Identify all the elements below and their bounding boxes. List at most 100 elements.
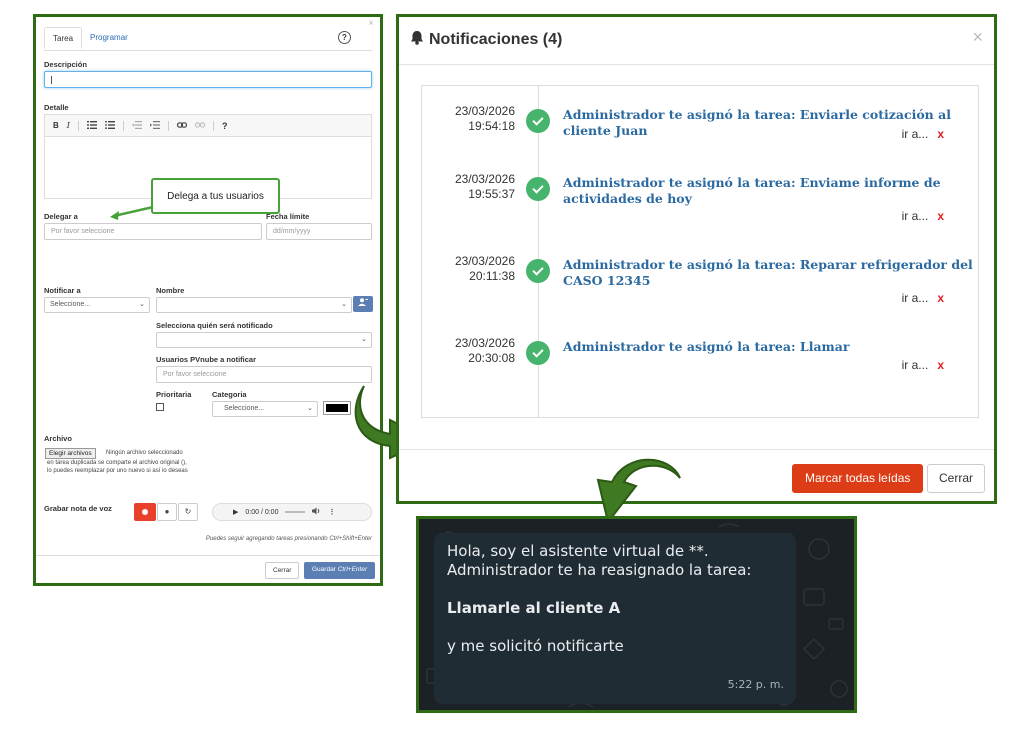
record-button[interactable]: [134, 503, 156, 521]
numbered-list-icon[interactable]: [86, 120, 97, 131]
delete-icon[interactable]: x: [937, 358, 944, 372]
notification-time: 20:30:08: [468, 351, 515, 365]
detalle-label: Detalle: [44, 103, 69, 112]
user-icon: [358, 298, 368, 308]
more-options-icon[interactable]: ⋮: [328, 508, 335, 516]
mark-all-read-button[interactable]: Marcar todas leídas: [792, 464, 924, 493]
unlink-icon[interactable]: [194, 121, 206, 130]
chat-spacer: [447, 580, 783, 599]
reset-button[interactable]: ↻: [178, 503, 198, 521]
volume-icon[interactable]: [312, 507, 321, 517]
help-icon[interactable]: ?: [338, 31, 351, 44]
tab-programar[interactable]: Programar: [82, 27, 136, 49]
delegate-callout: Delega a tus usuarios: [151, 178, 280, 214]
bell-icon: [410, 30, 424, 50]
file-note-2: lo puedes reemplazar por uno nuevo si as…: [47, 468, 188, 474]
task-tabs: Tarea Programar: [44, 27, 136, 49]
guardar-shortcut: Ctrl+Enter: [337, 566, 368, 573]
prioritaria-checkbox[interactable]: [156, 403, 164, 411]
choose-files-button[interactable]: Elegir archivos: [45, 448, 96, 459]
delete-icon[interactable]: x: [937, 291, 944, 305]
archivo-label: Archivo: [44, 434, 72, 443]
audio-time: 0:00 / 0:00: [245, 508, 279, 516]
fecha-input[interactable]: dd/mm/yyyy: [266, 223, 372, 240]
timeline-line: [538, 86, 539, 417]
add-user-button[interactable]: [353, 296, 373, 312]
categoria-label: Categoria: [212, 390, 247, 399]
bold-button[interactable]: B: [53, 121, 59, 130]
notificar-label: Notificar a: [44, 286, 81, 295]
close-icon[interactable]: ×: [368, 18, 374, 29]
categoria-select[interactable]: Seleccione... ⌄: [212, 401, 318, 417]
tab-tarea[interactable]: Tarea: [44, 27, 83, 49]
file-note-1: en tarea duplicada se comparte el archiv…: [47, 460, 187, 466]
notification-message[interactable]: Administrador te asignó la tarea: Llamar: [563, 339, 983, 355]
chat-greeting: Hola, soy el asistente virtual de **.: [447, 542, 709, 560]
notification-time: 19:55:37: [468, 187, 515, 201]
notification-message[interactable]: Administrador te asignó la tarea: Enviam…: [563, 175, 983, 207]
delete-icon[interactable]: x: [937, 209, 944, 223]
notification-timestamp: 23/03/2026 19:55:37: [422, 172, 515, 202]
toolbar-separator: [77, 120, 79, 131]
close-icon[interactable]: ×: [972, 27, 983, 48]
chat-reassign-text: Administrador te ha reasignado la tarea:: [447, 561, 752, 579]
chat-panel: Hola, soy el asistente virtual de **. Ad…: [416, 516, 857, 713]
notification-timestamp: 23/03/2026 20:30:08: [422, 336, 515, 366]
notification-message[interactable]: Administrador te asignó la tarea: Repara…: [563, 257, 983, 289]
check-icon: [526, 341, 550, 365]
tab-divider: [44, 50, 372, 51]
indent-icon[interactable]: [149, 120, 160, 131]
notification-date: 23/03/2026: [454, 336, 515, 350]
audio-progress[interactable]: [285, 511, 306, 513]
notification-actions: ir a... x: [902, 358, 944, 372]
notificado-select[interactable]: ⌄: [156, 332, 372, 348]
notification-actions: ir a... x: [902, 291, 944, 305]
go-to-link[interactable]: ir a...: [902, 209, 929, 223]
color-picker[interactable]: [323, 401, 351, 415]
notification-timestamp: 23/03/2026 19:54:18: [422, 104, 515, 134]
nombre-select[interactable]: ⌄: [156, 297, 352, 313]
editor-toolbar: B I ?: [45, 115, 371, 137]
notifications-list: 23/03/2026 19:54:18 Administrador te asig…: [421, 85, 979, 418]
notificar-select[interactable]: Seleccione... ⌄: [44, 297, 150, 313]
link-icon[interactable]: [176, 121, 188, 130]
notification-actions: ir a... x: [902, 127, 944, 141]
close-button[interactable]: Cerrar: [927, 464, 986, 493]
go-to-link[interactable]: ir a...: [902, 358, 929, 372]
footer-divider: [399, 449, 994, 450]
guardar-label: Guardar: [312, 566, 336, 573]
go-to-link[interactable]: ir a...: [902, 127, 929, 141]
check-icon: [526, 177, 550, 201]
notificar-value: Seleccione...: [50, 301, 91, 308]
bullet-list-icon[interactable]: [105, 120, 115, 131]
guardar-button[interactable]: Guardar Ctrl+Enter: [304, 562, 376, 579]
cerrar-button[interactable]: Cerrar: [265, 562, 300, 579]
italic-button[interactable]: I: [67, 121, 70, 130]
categoria-value: Seleccione...: [224, 405, 265, 412]
nombre-label: Nombre: [156, 286, 185, 295]
chat-message-bubble: Hola, soy el asistente virtual de **. Ad…: [434, 533, 796, 704]
toolbar-separator: [122, 120, 124, 131]
task-form-panel: × Tarea Programar ? Descripción Detalle …: [33, 14, 383, 586]
play-icon[interactable]: ▶: [233, 508, 238, 516]
refresh-icon: ↻: [184, 507, 192, 516]
notification-time: 20:11:38: [469, 269, 515, 283]
notification-time: 19:54:18: [468, 119, 515, 133]
help-editor-icon[interactable]: ?: [222, 121, 228, 131]
descripcion-label: Descripción: [44, 60, 87, 69]
notifications-panel: Notificaciones (4) × 23/03/2026 19:54:18 …: [396, 14, 997, 504]
check-icon: [526, 109, 550, 133]
usuarios-input[interactable]: Por favor seleccione: [156, 366, 372, 383]
prioritaria-label: Prioritaria: [156, 390, 192, 399]
outdent-icon[interactable]: [131, 120, 142, 131]
delete-icon[interactable]: x: [937, 127, 944, 141]
notification-date: 23/03/2026: [454, 172, 515, 186]
delegar-input[interactable]: Por favor seleccione: [44, 223, 262, 240]
go-to-link[interactable]: ir a...: [902, 291, 929, 305]
stop-button[interactable]: ●: [157, 503, 177, 521]
audio-player[interactable]: ▶ 0:00 / 0:00 ⋮: [212, 503, 372, 521]
usuarios-label: Usuarios PVnube a notificar: [156, 355, 257, 364]
color-swatch: [326, 404, 348, 412]
chevron-down-icon: ⌄: [341, 301, 347, 308]
descripcion-input[interactable]: [44, 71, 372, 88]
